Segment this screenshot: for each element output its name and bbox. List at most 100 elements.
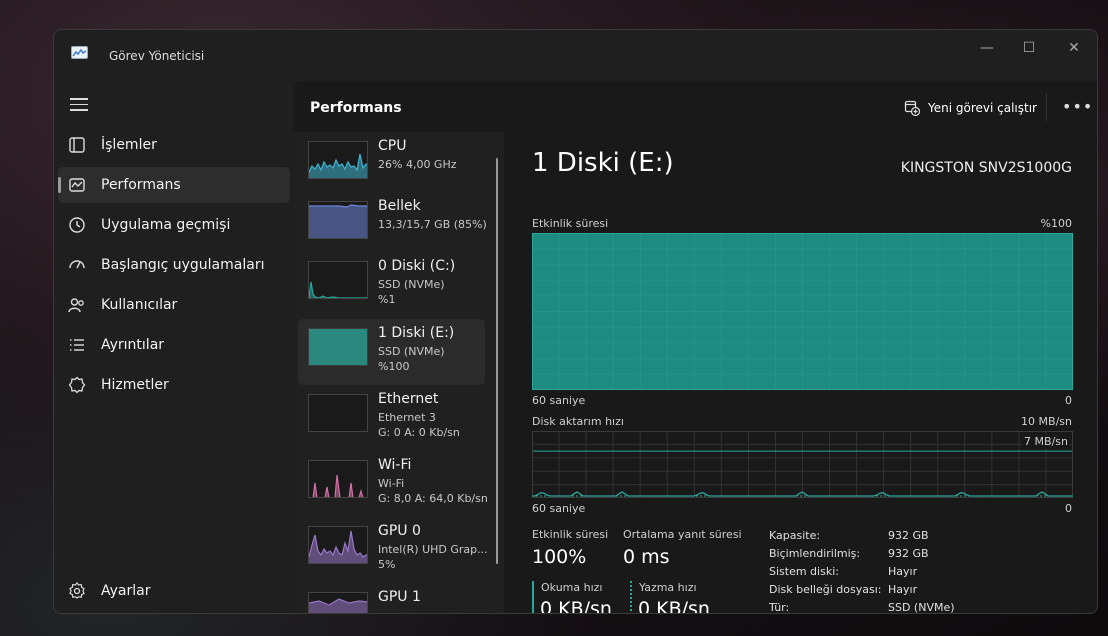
title-bar[interactable]: Görev Yöneticisi — ☐ ✕ xyxy=(54,30,1097,80)
device-thumbnail-graph xyxy=(308,460,368,498)
device-thumbnail-graph xyxy=(308,526,368,564)
sidebar-item-label: Kullanıcılar xyxy=(101,297,178,313)
history-icon xyxy=(69,217,85,233)
device-item-bellek[interactable]: Bellek 13,3/15,7 GB (85%) xyxy=(298,192,487,258)
users-icon xyxy=(68,298,84,313)
device-subtitle-line-2: 5% xyxy=(378,558,396,571)
avg-response-value: 0 ms xyxy=(623,546,670,568)
property-label: Biçimlendirilmiş: xyxy=(769,547,861,560)
header-separator xyxy=(1046,93,1047,121)
property-value: SSD (NVMe) xyxy=(888,601,955,614)
device-subtitle-line-1: Ethernet 3 xyxy=(378,411,436,424)
minimize-button[interactable]: — xyxy=(972,36,1002,60)
sidebar-item-performance[interactable]: Performans xyxy=(58,167,290,203)
startup-icon xyxy=(69,260,85,269)
device-thumbnail-graph xyxy=(308,592,368,613)
device-item-gpu-1[interactable]: GPU 1 xyxy=(298,583,485,613)
device-subtitle: 26% 4,00 GHz xyxy=(378,157,457,172)
activity-graph-label: Etkinlik süresi xyxy=(532,217,609,230)
device-name: 0 Diski (C:) xyxy=(378,258,456,274)
device-thumbnail-graph xyxy=(308,261,368,299)
activity-graph-max: %100 xyxy=(1040,217,1072,230)
device-subtitle-line-2: G: 8,0 A: 64,0 Kb/sn xyxy=(378,492,488,505)
device-item-ethernet[interactable]: Ethernet Ethernet 3 G: 0 A: 0 Kb/sn xyxy=(298,385,485,451)
task-manager-app-icon xyxy=(71,46,88,59)
task-manager-window: Görev Yöneticisi — ☐ ✕ İşlemler Performa… xyxy=(53,29,1098,614)
sidebar-item-label: Uygulama geçmişi xyxy=(101,217,231,233)
maximize-button[interactable]: ☐ xyxy=(1014,36,1044,60)
property-value: Hayır xyxy=(888,565,918,578)
property-value: 932 GB xyxy=(888,529,929,542)
device-name: 1 Diski (E:) xyxy=(378,325,455,341)
sidebar-item-label: İşlemler xyxy=(101,137,157,153)
services-icon xyxy=(68,376,86,394)
device-thumbnail-graph xyxy=(308,201,368,239)
sidebar-item-services[interactable]: Hizmetler xyxy=(58,367,290,403)
sidebar-item-settings[interactable]: Ayarlar xyxy=(58,573,290,609)
close-button[interactable]: ✕ xyxy=(1059,36,1089,60)
page-title: Performans xyxy=(310,100,402,116)
device-item-cpu[interactable]: CPU 26% 4,00 GHz xyxy=(298,132,485,198)
performance-icon xyxy=(69,178,85,192)
device-item-0-diski-c[interactable]: 0 Diski (C:) SSD (NVMe) %1 xyxy=(298,252,485,318)
transfer-graph-marker: 7 MB/sn xyxy=(1022,435,1070,448)
device-subtitle: Intel(R) UHD Grap... 5% xyxy=(378,542,488,572)
device-item-gpu-0[interactable]: GPU 0 Intel(R) UHD Grap... 5% xyxy=(298,517,488,583)
transfer-rate-graph xyxy=(532,431,1073,498)
activity-graph-time-label: 60 saniye xyxy=(532,394,586,407)
device-name: GPU 0 xyxy=(378,523,421,539)
device-item-wi-fi[interactable]: Wi-Fi Wi-Fi G: 8,0 A: 64,0 Kb/sn xyxy=(298,451,488,517)
device-item-1-diski-e[interactable]: 1 Diski (E:) SSD (NVMe) %100 xyxy=(298,319,485,385)
device-subtitle: 13,3/15,7 GB (85%) xyxy=(378,217,487,232)
transfer-graph-zero-label: 0 xyxy=(1065,502,1072,515)
property-value: 932 GB xyxy=(888,547,929,560)
device-subtitle-line-2: %1 xyxy=(378,293,396,306)
sidebar-item-label: Başlangıç uygulamaları xyxy=(101,257,265,273)
sidebar-item-details[interactable]: Ayrıntılar xyxy=(58,327,290,363)
device-subtitle-line-1: SSD (NVMe) xyxy=(378,345,445,358)
write-speed-value: 0 KB/sn xyxy=(638,598,710,614)
more-options-button[interactable]: ••• xyxy=(1062,97,1093,116)
property-label: Tür: xyxy=(769,601,790,614)
device-name: Wi-Fi xyxy=(378,457,412,473)
device-name: CPU xyxy=(378,138,407,154)
device-subtitle-line-2: G: 0 A: 0 Kb/sn xyxy=(378,426,460,439)
sidebar-item-processes[interactable]: İşlemler xyxy=(58,127,290,163)
active-time-label: Etkinlik süresi xyxy=(532,528,609,541)
device-subtitle: Wi-Fi G: 8,0 A: 64,0 Kb/sn xyxy=(378,476,488,506)
hamburger-menu-icon[interactable] xyxy=(70,98,88,112)
activity-graph-zero-label: 0 xyxy=(1065,394,1072,407)
device-subtitle-line-2: %100 xyxy=(378,360,410,373)
device-title: 1 Diski (E:) xyxy=(532,148,674,178)
processes-icon xyxy=(69,137,85,153)
sidebar-item-startup-apps[interactable]: Başlangıç uygulamaları xyxy=(58,247,290,283)
write-speed-label: Yazma hızı xyxy=(639,581,697,594)
sidebar-item-label: Hizmetler xyxy=(101,377,169,393)
run-new-task-button[interactable]: Yeni görevi çalıştır xyxy=(904,95,1037,121)
device-name: Ethernet xyxy=(378,391,439,407)
transfer-graph-label: Disk aktarım hızı xyxy=(532,415,624,428)
details-icon xyxy=(70,339,84,351)
device-list-scrollbar[interactable] xyxy=(496,158,498,564)
device-subtitle: SSD (NVMe) %100 xyxy=(378,344,445,374)
sidebar-item-users[interactable]: Kullanıcılar xyxy=(58,287,290,323)
property-label: Sistem diski: xyxy=(769,565,839,578)
active-time-value: 100% xyxy=(532,546,587,568)
device-subtitle: Ethernet 3 G: 0 A: 0 Kb/sn xyxy=(378,410,460,440)
device-subtitle-line-1: 26% 4,00 GHz xyxy=(378,158,457,171)
transfer-graph-max: 10 MB/sn xyxy=(1021,415,1072,428)
property-label: Kapasite: xyxy=(769,529,821,542)
active-indicator xyxy=(58,177,61,193)
sidebar-item-label: Ayrıntılar xyxy=(101,337,165,353)
device-subtitle-line-1: 13,3/15,7 GB (85%) xyxy=(378,218,487,231)
sidebar-item-app-history[interactable]: Uygulama geçmişi xyxy=(58,207,290,243)
read-speed-label: Okuma hızı xyxy=(541,581,603,594)
property-label: Disk belleği dosyası: xyxy=(769,583,882,596)
disk-detail-panel: 1 Diski (E:) KINGSTON SNV2S1000G Etkinli… xyxy=(532,132,1097,614)
device-name: GPU 1 xyxy=(378,589,421,605)
avg-response-label: Ortalama yanıt süresi xyxy=(623,528,742,541)
window-title: Görev Yöneticisi xyxy=(109,49,205,63)
activity-time-graph xyxy=(532,233,1073,390)
device-thumbnail-graph xyxy=(308,141,368,179)
performance-content: Performans Yeni görevi çalıştır ••• CPU 2… xyxy=(294,81,1097,614)
